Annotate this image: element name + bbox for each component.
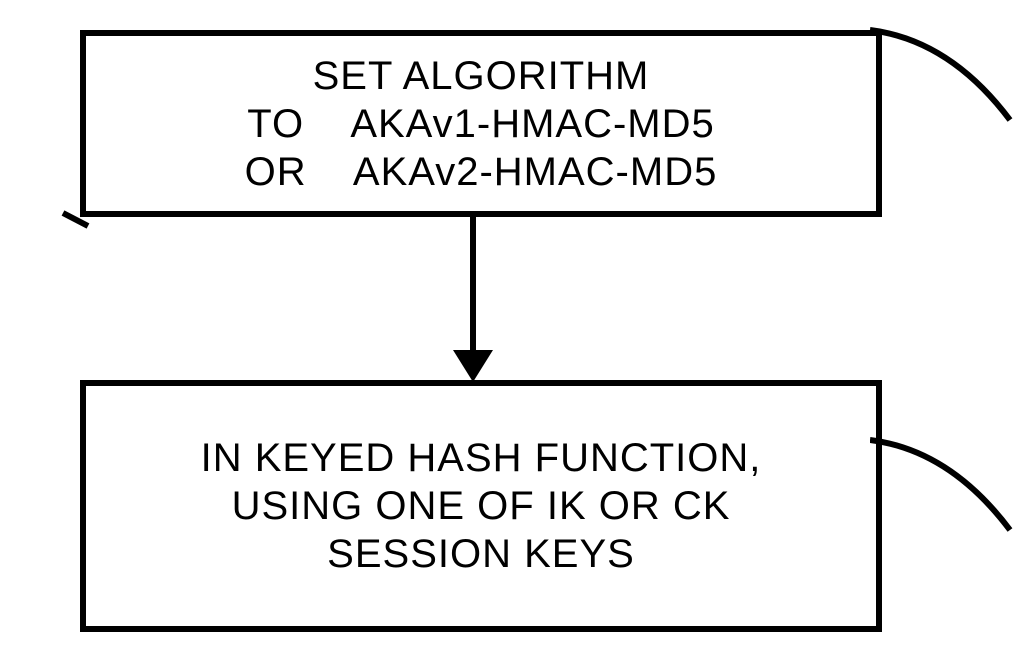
connector-curve-top-icon <box>870 20 1017 130</box>
box1-line2: TO AKAv1-HMAC-MD5 <box>247 100 715 148</box>
hash-function-box: IN KEYED HASH FUNCTION, USING ONE OF IK … <box>80 380 882 632</box>
connector-curve-bottom-icon <box>870 430 1017 540</box>
algorithm-box: SET ALGORITHM TO AKAv1-HMAC-MD5 OR AKAv2… <box>80 30 882 217</box>
box1-line1: SET ALGORITHM <box>313 52 650 100</box>
box1-line3: OR AKAv2-HMAC-MD5 <box>245 148 718 196</box>
box2-line2: USING ONE OF IK OR CK <box>232 482 731 530</box>
arrow-head-icon <box>453 350 493 382</box>
tick-mark-icon <box>58 208 98 238</box>
box2-line1: IN KEYED HASH FUNCTION, <box>201 434 762 482</box>
arrow-shaft <box>470 211 476 356</box>
box2-line3: SESSION KEYS <box>327 530 635 578</box>
